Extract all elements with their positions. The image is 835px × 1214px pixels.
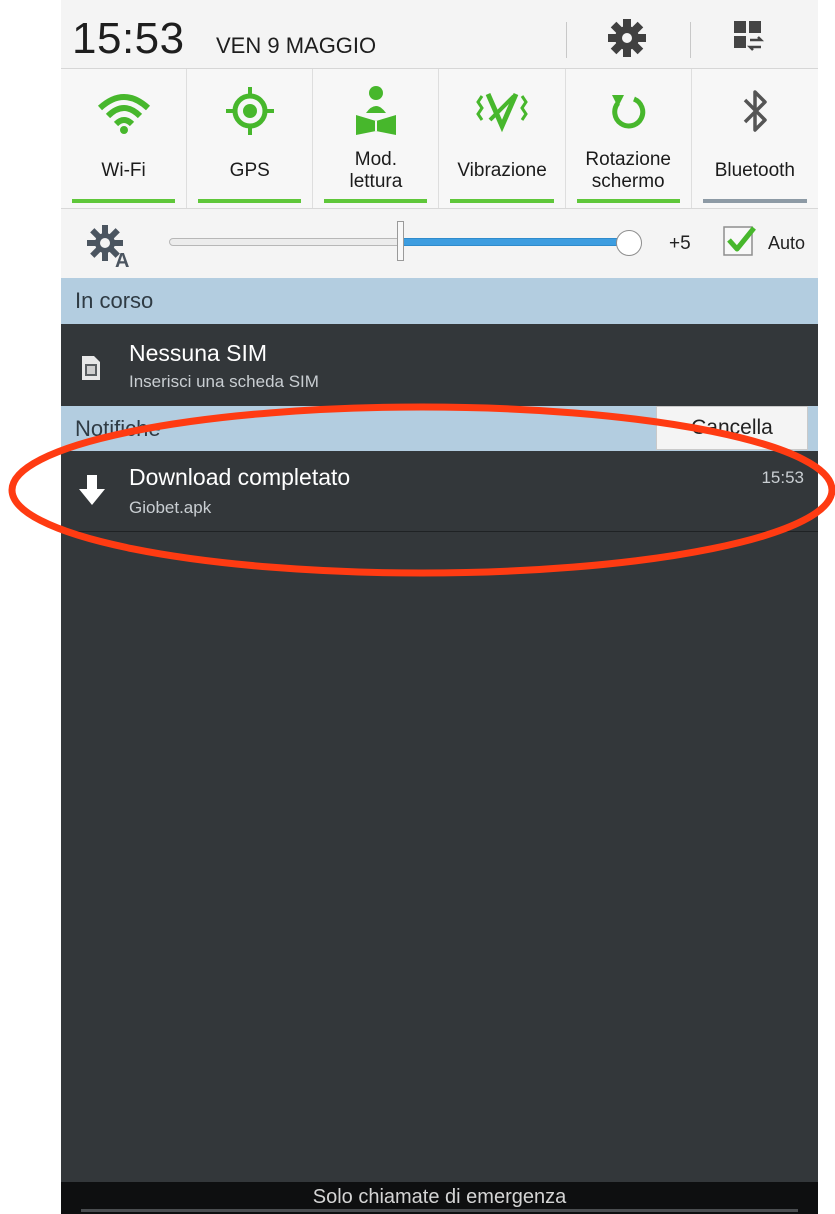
notification-panel: 15:53 VEN 9 MAGGIO Wi-Fi GPS Mod. lettur… [61, 0, 818, 1214]
notification-subtitle: Giobet.apk [129, 498, 212, 517]
toggle-active-indicator [576, 199, 680, 203]
emergency-calls-footer: Solo chiamate di emergenza [61, 1182, 818, 1214]
toggle-active-indicator [198, 199, 302, 203]
multi-window-icon [734, 21, 765, 51]
reading-mode-icon [355, 86, 396, 135]
auto-brightness-checkbox[interactable] [723, 224, 757, 258]
gear-icon [608, 19, 646, 57]
quick-settings-toggles: Wi-Fi GPS Mod. lettura Vibrazione Rotazi… [61, 69, 818, 209]
notification-subtitle: Inserisci una scheda SIM [129, 372, 319, 391]
brightness-slider-fill [401, 238, 629, 246]
toggle-label: GPS [229, 160, 270, 181]
no-sim-notification[interactable]: Nessuna SIM Inserisci una scheda SIM [61, 324, 818, 406]
brightness-slider-marker [397, 221, 404, 261]
notification-time: 15:53 [761, 468, 804, 487]
vibration-icon [476, 92, 528, 133]
sim-card-icon [82, 356, 100, 380]
gps-icon [225, 87, 274, 135]
checkmark-icon [723, 226, 756, 256]
clock: 15:53 [72, 14, 185, 63]
wifi-icon [97, 94, 150, 134]
toggle-label: Wi-Fi [101, 160, 146, 181]
toggle-label: Rotazione schermo [585, 149, 671, 192]
toggle-active-indicator [450, 199, 554, 203]
footer-divider [81, 1209, 798, 1212]
download-arrow-icon [79, 475, 105, 505]
clear-notifications-button[interactable]: Cancella [656, 406, 808, 450]
download-notification[interactable]: Download completato Giobet.apk 15:53 [61, 451, 818, 532]
footer-text: Solo chiamate di emergenza [312, 1186, 567, 1208]
settings-button[interactable] [601, 16, 653, 60]
toggle-label: Mod. lettura [349, 149, 403, 192]
toggle-screen-rotation[interactable]: Rotazione schermo [566, 69, 692, 208]
notifications-section-title: Notifiche [75, 416, 161, 441]
toggle-gps[interactable]: GPS [187, 69, 314, 208]
toggle-inactive-indicator [702, 199, 807, 203]
toggle-label: Bluetooth [714, 160, 795, 181]
toggle-reading-mode[interactable]: Mod. lettura [313, 69, 440, 208]
date-label: VEN 9 MAGGIO [216, 33, 377, 58]
svg-text:A: A [115, 250, 129, 269]
toggle-wifi[interactable]: Wi-Fi [61, 69, 188, 208]
toggle-active-indicator [324, 199, 428, 203]
notifications-section-header: Notifiche Cancella [61, 406, 818, 451]
ongoing-section-title: In corso [75, 288, 154, 313]
header-divider [566, 22, 567, 58]
ongoing-section-header: In corso [61, 278, 818, 324]
toggle-bluetooth[interactable]: Bluetooth [692, 69, 818, 208]
brightness-row: A +5 Auto [61, 209, 818, 278]
bluetooth-icon [743, 90, 767, 132]
multi-window-button[interactable] [721, 16, 773, 60]
toggle-vibration[interactable]: Vibrazione [439, 69, 566, 208]
notification-title: Download completato [129, 464, 351, 490]
toggle-active-indicator [72, 199, 176, 203]
brightness-slider-thumb[interactable] [616, 230, 642, 256]
brightness-auto-icon: A [85, 223, 133, 272]
header-divider [690, 22, 691, 58]
status-header: 15:53 VEN 9 MAGGIO [61, 0, 818, 69]
notification-title: Nessuna SIM [129, 340, 268, 366]
toggle-label: Vibrazione [457, 160, 547, 181]
auto-brightness-label: Auto [768, 233, 806, 253]
rotation-icon [612, 95, 646, 129]
brightness-value: +5 [669, 233, 691, 254]
brightness-slider-track[interactable] [169, 238, 401, 246]
